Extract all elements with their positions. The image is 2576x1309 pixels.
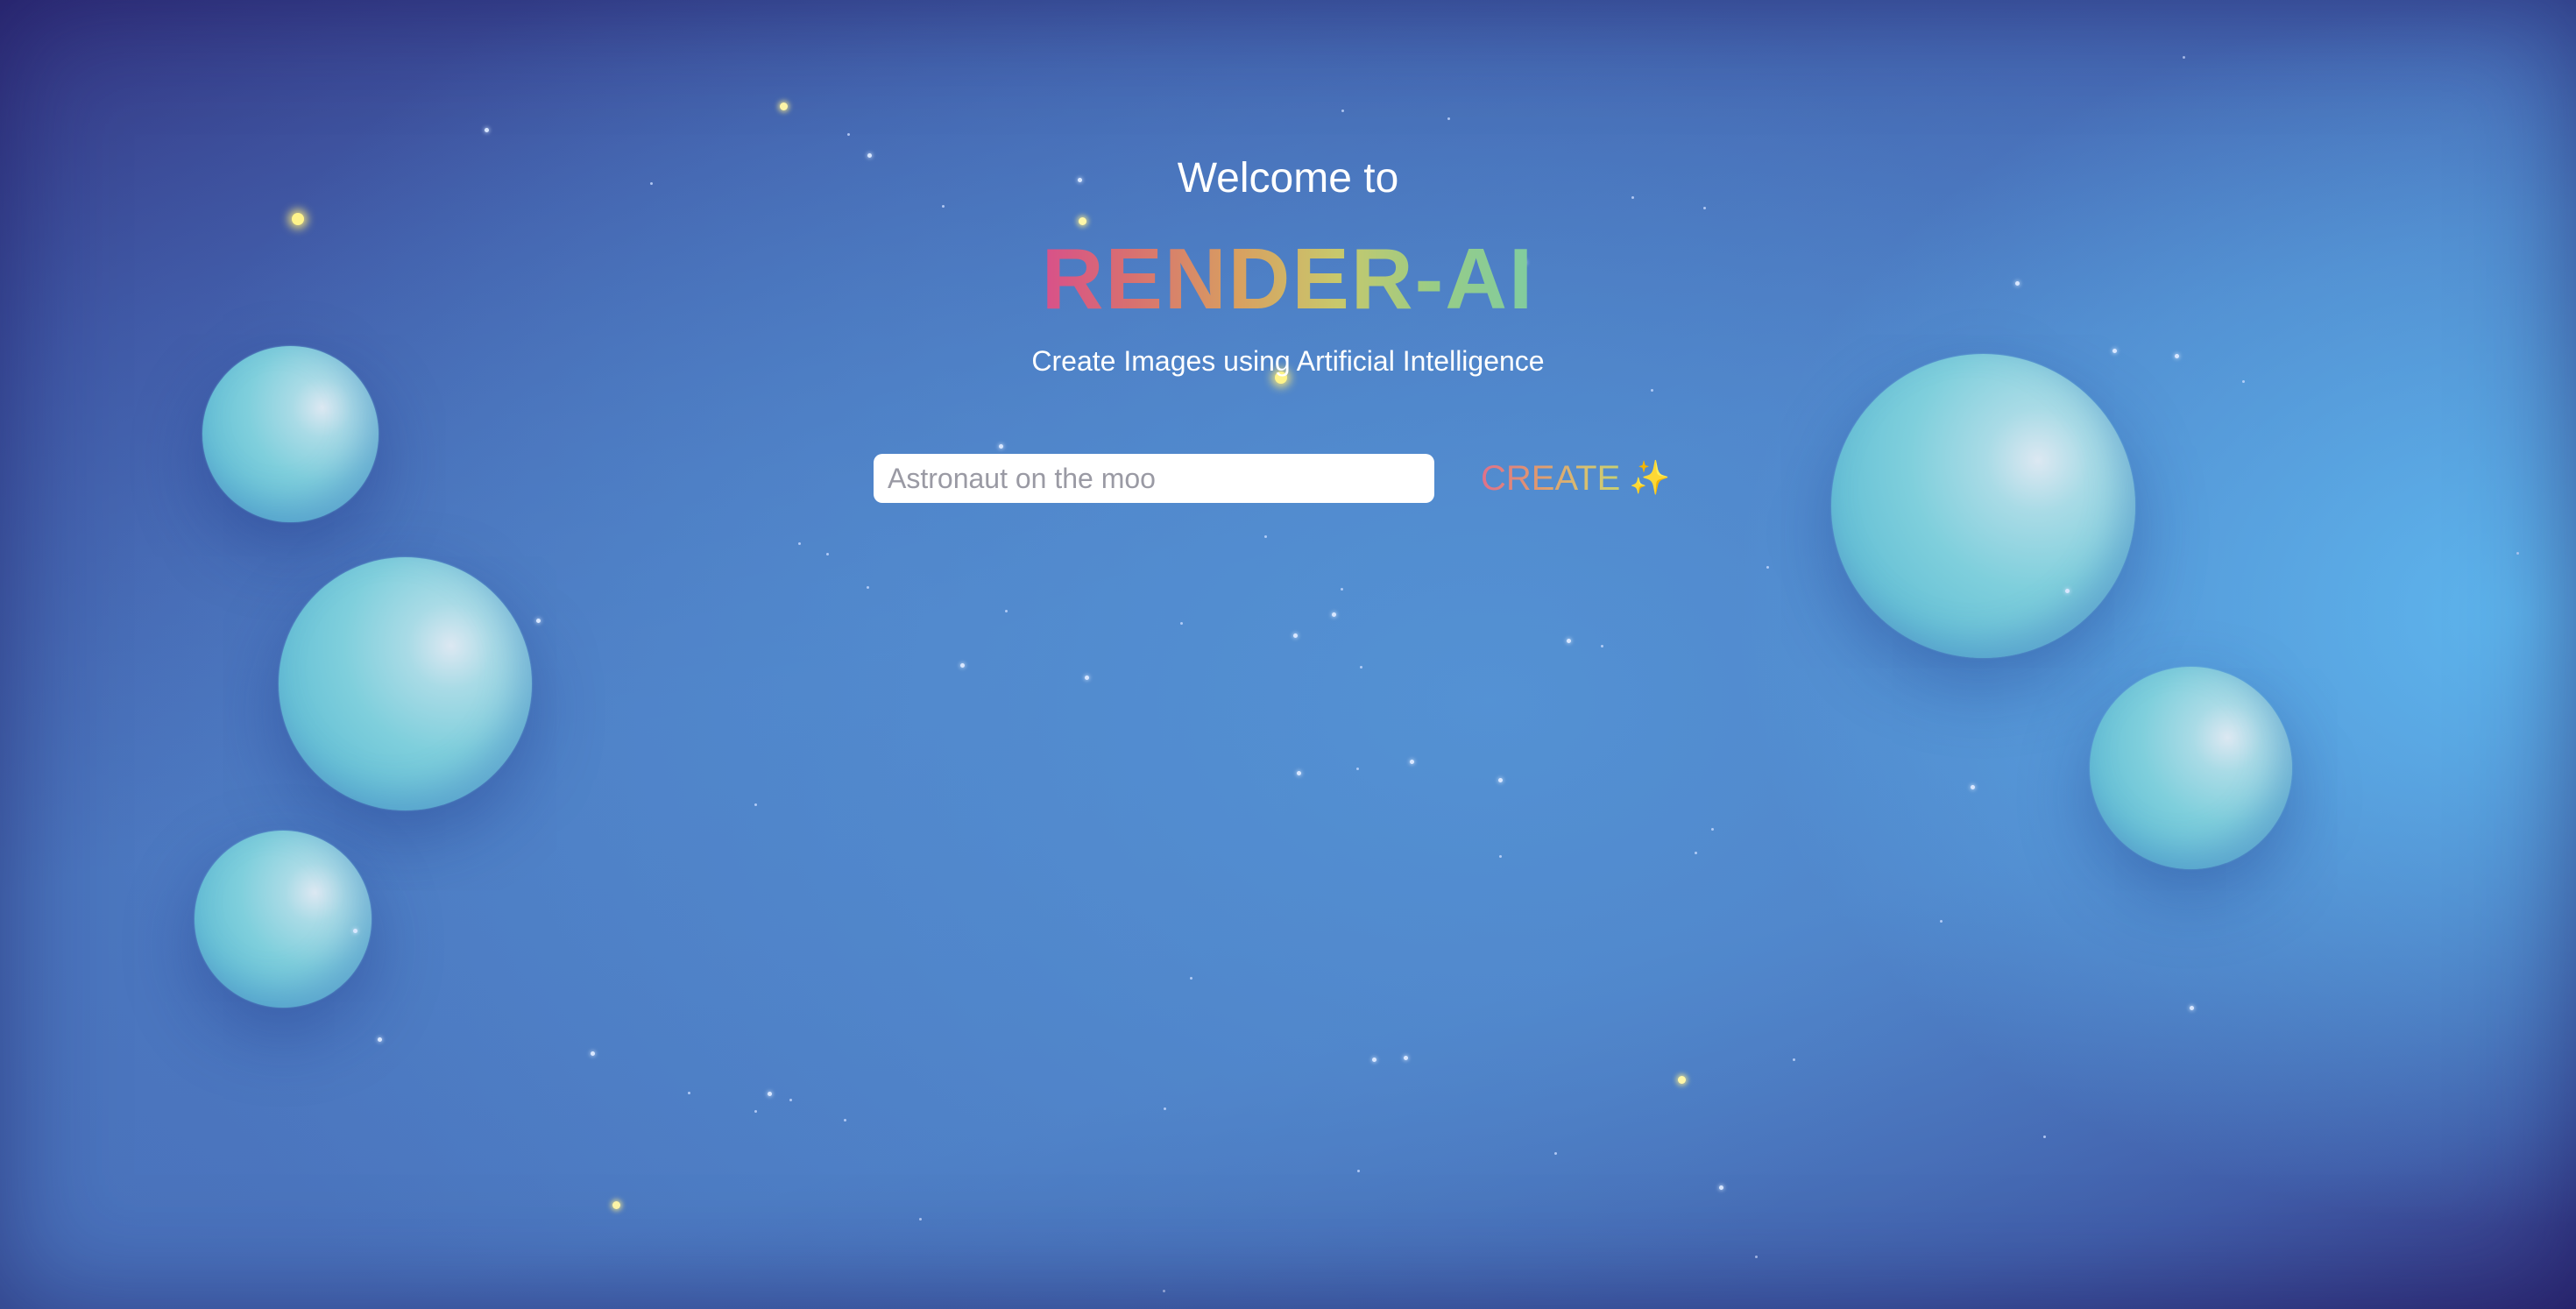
star-decoration bbox=[1005, 610, 1008, 612]
brand-title: RENDER-AI bbox=[0, 230, 2576, 329]
star-decoration bbox=[1180, 622, 1183, 625]
create-button-label: CREATE bbox=[1481, 458, 1621, 498]
star-decoration bbox=[1498, 778, 1503, 782]
star-decoration bbox=[1703, 207, 1706, 209]
star-decoration bbox=[768, 1092, 772, 1096]
star-decoration bbox=[1940, 920, 1943, 923]
star-decoration bbox=[353, 929, 357, 933]
bubble-decoration bbox=[2090, 667, 2292, 869]
star-decoration bbox=[378, 1037, 382, 1042]
star-decoration bbox=[844, 1119, 846, 1121]
star-decoration bbox=[1499, 855, 1502, 858]
tagline: Create Images using Artificial Intellige… bbox=[1031, 345, 1545, 377]
star-decoration bbox=[2065, 589, 2070, 593]
prompt-input[interactable] bbox=[874, 454, 1434, 503]
star-decoration bbox=[688, 1092, 690, 1094]
star-decoration bbox=[847, 133, 850, 136]
star-decoration bbox=[1163, 1290, 1165, 1292]
star-decoration bbox=[826, 553, 829, 555]
star-decoration bbox=[1360, 666, 1362, 669]
sparkles-icon: ✨ bbox=[1629, 460, 1671, 497]
star-decoration bbox=[1695, 852, 1697, 854]
star-decoration bbox=[1719, 1185, 1723, 1190]
star-decoration bbox=[1404, 1056, 1408, 1060]
star-decoration bbox=[999, 444, 1003, 449]
star-decoration bbox=[591, 1051, 595, 1056]
star-decoration bbox=[2183, 56, 2185, 59]
star-decoration bbox=[780, 103, 788, 110]
star-decoration bbox=[1164, 1107, 1166, 1110]
app-stage: Welcome to RENDER-AI Create Images using… bbox=[0, 0, 2576, 1309]
star-decoration bbox=[1447, 117, 1450, 120]
star-decoration bbox=[1341, 110, 1344, 112]
star-decoration bbox=[485, 128, 489, 132]
bubble-decoration bbox=[1831, 354, 2135, 658]
star-decoration bbox=[754, 1110, 757, 1113]
star-decoration bbox=[1264, 535, 1267, 538]
star-decoration bbox=[1971, 785, 1975, 789]
star-decoration bbox=[292, 213, 304, 225]
star-decoration bbox=[1297, 771, 1301, 775]
star-decoration bbox=[867, 586, 869, 589]
star-decoration bbox=[1554, 1152, 1557, 1155]
star-decoration bbox=[1793, 1058, 1795, 1061]
bubble-decoration bbox=[195, 831, 372, 1008]
star-decoration bbox=[1410, 760, 1414, 764]
star-decoration bbox=[1190, 977, 1192, 980]
star-decoration bbox=[1601, 645, 1603, 647]
star-decoration bbox=[1372, 1058, 1376, 1062]
star-decoration bbox=[754, 803, 757, 806]
star-decoration bbox=[2242, 380, 2245, 383]
star-decoration bbox=[1357, 1170, 1360, 1172]
star-decoration bbox=[1293, 633, 1298, 638]
star-decoration bbox=[2043, 1136, 2046, 1138]
star-decoration bbox=[1332, 612, 1336, 617]
star-decoration bbox=[536, 619, 541, 623]
star-decoration bbox=[1085, 676, 1089, 680]
star-decoration bbox=[1651, 389, 1653, 392]
star-decoration bbox=[798, 542, 801, 545]
star-decoration bbox=[1356, 768, 1359, 770]
star-decoration bbox=[960, 663, 965, 668]
star-decoration bbox=[919, 1218, 922, 1221]
create-button[interactable]: CREATE ✨ bbox=[1481, 454, 1671, 503]
star-decoration bbox=[1766, 566, 1769, 569]
star-decoration bbox=[2190, 1006, 2194, 1010]
star-decoration bbox=[1079, 217, 1086, 225]
star-decoration bbox=[789, 1099, 792, 1101]
star-decoration bbox=[942, 205, 945, 208]
star-decoration bbox=[2516, 552, 2519, 555]
star-decoration bbox=[1711, 828, 1714, 831]
brand-title-text: RENDER-AI bbox=[1041, 230, 1535, 327]
bubble-decoration bbox=[279, 557, 532, 810]
welcome-heading: Welcome to bbox=[1177, 155, 1399, 202]
star-decoration bbox=[612, 1201, 620, 1209]
star-decoration bbox=[1678, 1076, 1686, 1084]
star-decoration bbox=[1567, 639, 1571, 643]
star-decoration bbox=[1755, 1256, 1758, 1258]
star-decoration bbox=[1341, 588, 1343, 591]
